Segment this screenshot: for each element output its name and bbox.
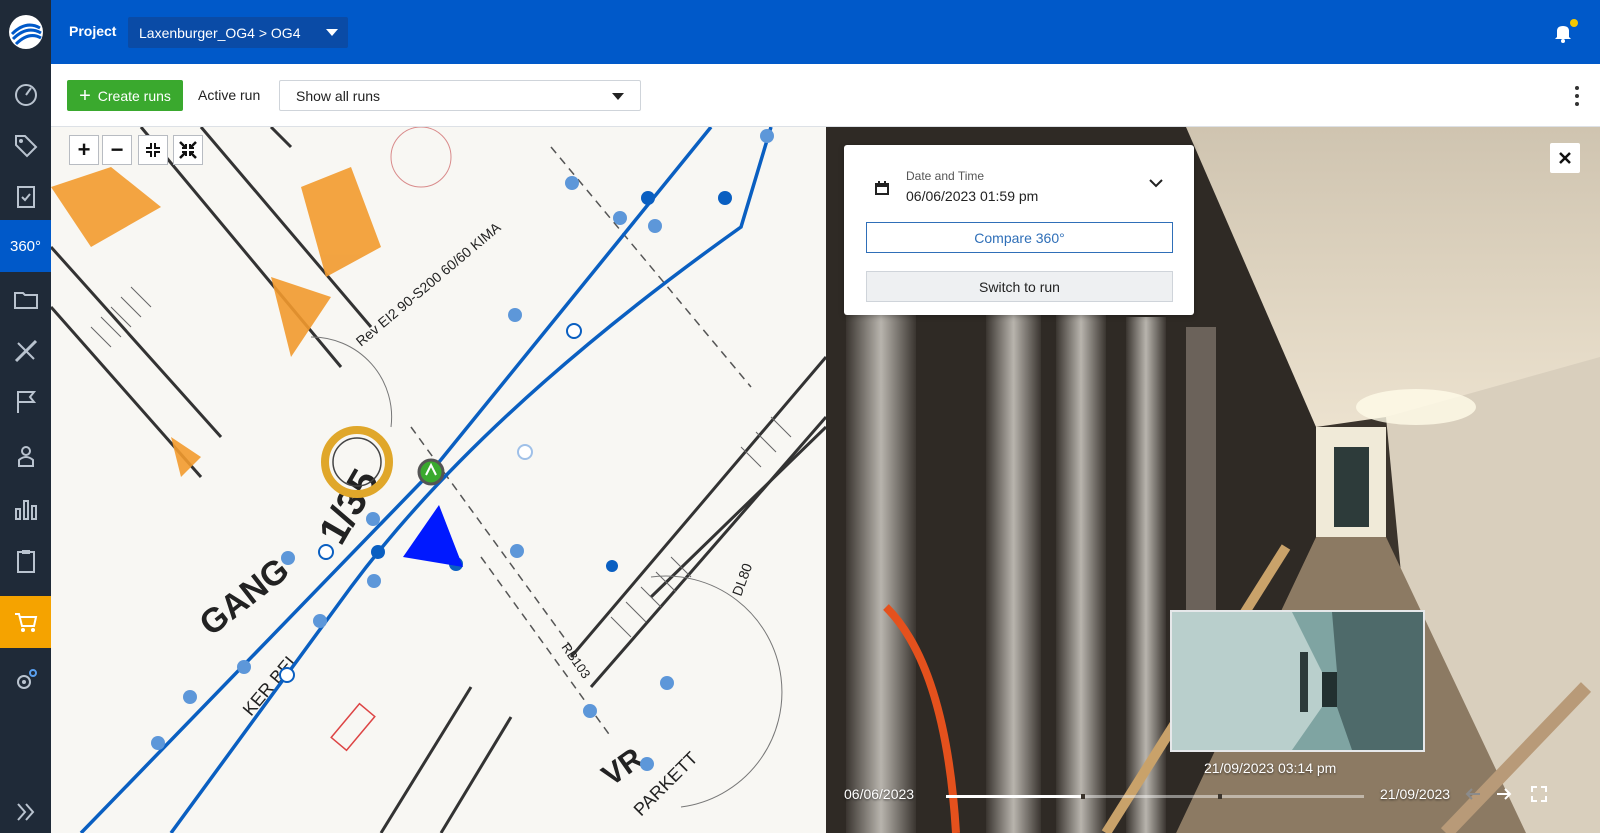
sidebar-item-tags[interactable] xyxy=(0,120,51,172)
sidebar: 360° xyxy=(0,0,51,833)
sidebar-item-reports[interactable] xyxy=(0,170,51,222)
preview-date: 21/09/2023 03:14 pm xyxy=(1204,760,1337,776)
caret-down-icon xyxy=(612,93,624,100)
folder-icon xyxy=(13,292,38,309)
timeline-divider xyxy=(1218,794,1222,799)
sidebar-item-360[interactable]: 360° xyxy=(0,220,51,272)
sidebar-item-settings[interactable] xyxy=(0,654,51,706)
fullscreen-button[interactable] xyxy=(1529,784,1549,804)
run-select-value: Show all runs xyxy=(296,87,381,104)
active-run-label: Active run xyxy=(198,87,261,103)
calendar-icon xyxy=(875,181,889,195)
project-label: Project xyxy=(69,23,117,39)
collapse-icon xyxy=(146,143,160,157)
sidebar-item-expand[interactable] xyxy=(0,786,51,833)
sidebar-item-dashboard[interactable] xyxy=(0,68,51,120)
previous-button[interactable] xyxy=(1463,784,1483,804)
zoom-in-label: + xyxy=(77,137,91,162)
sidebar-item-users[interactable] xyxy=(0,430,51,482)
zoom-out-label: − xyxy=(110,137,124,162)
project-selector[interactable]: Laxenburger_OG4 > OG4 xyxy=(128,17,348,48)
close-viewer-button[interactable] xyxy=(1550,143,1580,173)
arrow-right-icon xyxy=(1497,788,1512,800)
logo-icon xyxy=(8,15,43,49)
panorama-viewer[interactable]: Date and Time 06/06/2023 01:59 pm Compar… xyxy=(826,127,1600,833)
gear-icon xyxy=(16,669,37,689)
ruler-pencil-icon xyxy=(14,339,37,363)
active-run-select[interactable]: Show all runs xyxy=(279,80,641,111)
fullscreen-map-button[interactable] xyxy=(173,135,203,165)
app-logo[interactable] xyxy=(0,0,51,64)
timeline-divider xyxy=(1081,794,1085,799)
compare-360-label: Compare 360° xyxy=(974,229,1065,246)
floor-plan-map[interactable]: GANG 1/35 VR PARKETT Rev EI2 90-S200 60/… xyxy=(51,127,826,833)
fullscreen-icon xyxy=(1531,786,1547,802)
timeline-preview-thumbnail[interactable] xyxy=(1170,610,1425,752)
create-runs-button[interactable]: + Create runs xyxy=(67,80,183,111)
clipboard-check-icon xyxy=(16,186,35,208)
app-root: 360° Project Laxenburger_OG4 > OG4 + Cre… xyxy=(0,0,1600,833)
date-time-label: Date and Time xyxy=(906,169,985,183)
floor-plan-drawing: GANG 1/35 VR PARKETT Rev EI2 90-S200 60/… xyxy=(51,127,826,833)
close-icon xyxy=(1559,152,1571,164)
sidebar-item-flags[interactable] xyxy=(0,376,51,428)
zoom-in-button[interactable]: + xyxy=(69,135,99,165)
create-runs-label: Create runs xyxy=(97,87,171,104)
compare-360-button[interactable]: Compare 360° xyxy=(866,222,1173,253)
caret-down-icon xyxy=(326,29,338,36)
gauge-icon xyxy=(14,84,37,106)
compress-arrows-icon xyxy=(179,141,197,159)
flag-icon xyxy=(16,391,36,413)
fit-view-button[interactable] xyxy=(138,135,168,165)
zoom-out-button[interactable]: − xyxy=(102,135,132,165)
sidebar-item-analytics[interactable] xyxy=(0,483,51,535)
timeline-progress xyxy=(946,795,1084,798)
preview-image xyxy=(1172,612,1423,750)
date-time-panel: Date and Time 06/06/2023 01:59 pm Compar… xyxy=(844,145,1194,315)
top-bar: Project Laxenburger_OG4 > OG4 xyxy=(51,0,1600,64)
bar-chart-icon xyxy=(14,500,37,520)
notification-dot xyxy=(1570,19,1578,27)
toolbar: + Create runs Active run Show all runs xyxy=(51,64,1600,127)
sidebar-item-measure[interactable] xyxy=(0,325,51,377)
double-chevron-right-icon xyxy=(16,803,34,821)
chevron-down-icon[interactable] xyxy=(1148,177,1164,189)
switch-to-run-button[interactable]: Switch to run xyxy=(866,271,1173,302)
timeline-end-date: 21/09/2023 xyxy=(1380,786,1451,802)
plus-icon: + xyxy=(79,84,91,107)
project-path: Laxenburger_OG4 > OG4 xyxy=(139,24,301,41)
arrow-left-icon xyxy=(1465,788,1480,800)
sidebar-item-tasks[interactable] xyxy=(0,535,51,587)
clipboard-icon xyxy=(16,550,35,573)
date-time-value: 06/06/2023 01:59 pm xyxy=(906,188,1039,204)
timeline-start-date: 06/06/2023 xyxy=(844,786,915,802)
sidebar-item-label: 360° xyxy=(9,237,42,255)
next-button[interactable] xyxy=(1494,784,1514,804)
person-icon xyxy=(17,446,34,467)
switch-to-run-label: Switch to run xyxy=(979,278,1060,295)
timeline-slider[interactable] xyxy=(946,794,1364,799)
sidebar-item-files[interactable] xyxy=(0,274,51,326)
more-options-icon[interactable] xyxy=(1574,86,1580,106)
tag-icon xyxy=(14,135,37,158)
sidebar-item-shop[interactable] xyxy=(0,596,51,648)
cart-icon xyxy=(14,613,37,632)
